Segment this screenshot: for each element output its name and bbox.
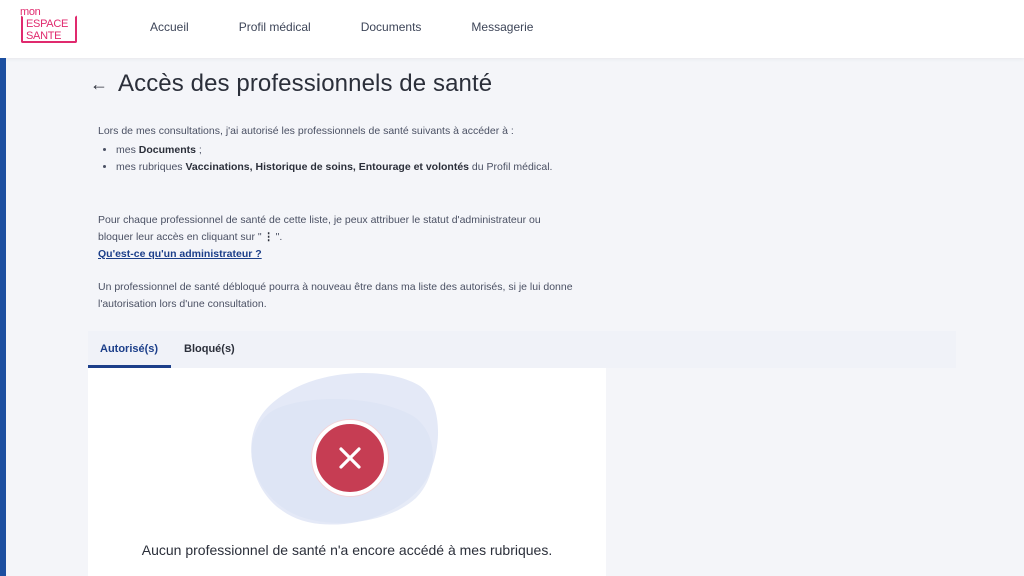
arrow-left-icon[interactable]: ← — [90, 74, 108, 95]
admin-paragraph-text-end: ". — [275, 231, 283, 243]
mon-espace-sante-logo[interactable]: mon ESPACE SANTE — [20, 7, 78, 45]
left-accent-bar — [0, 58, 6, 576]
empty-state-panel: Aucun professionnel de santé n'a encore … — [88, 368, 606, 576]
list-item-text: du Profil médical. — [469, 161, 553, 173]
list-item: mes rubriques Vaccinations, Historique d… — [116, 159, 578, 176]
intro-lead: Lors de mes consultations, j'ai autorisé… — [98, 125, 514, 137]
list-item-bold: Documents — [138, 144, 196, 156]
admin-paragraph: Pour chaque professionnel de santé de ce… — [98, 212, 578, 246]
page-title: Accès des professionnels de santé — [118, 70, 493, 97]
access-list: mes Documents ; mes rubriques Vaccinatio… — [98, 142, 578, 176]
list-item-text: mes rubriques — [116, 161, 186, 173]
list-item: mes Documents ; — [116, 142, 578, 159]
intro-paragraph: Lors de mes consultations, j'ai autorisé… — [98, 123, 578, 176]
logo-line-2: ESPACE — [26, 18, 69, 30]
tab-autorises[interactable]: Autorisé(s) — [100, 343, 158, 355]
nav-item-documents[interactable]: Documents — [361, 20, 422, 34]
tabs-bar: Autorisé(s) Bloqué(s) — [88, 331, 956, 368]
unblock-paragraph: Un professionnel de santé débloqué pourr… — [98, 281, 573, 310]
logo-line-3: SANTE — [26, 30, 62, 42]
what-is-admin-link[interactable]: Qu'est-ce qu'un administrateur ? — [98, 248, 262, 260]
list-item-text: ; — [195, 144, 202, 156]
top-navigation-bar: mon ESPACE SANTE Accueil Profil médical … — [0, 0, 1024, 58]
list-item-text: mes — [116, 144, 139, 156]
tab-bloques[interactable]: Bloqué(s) — [184, 343, 235, 355]
kebab-menu-icon: ⋮ — [263, 231, 274, 243]
list-item-bold: Vaccinations, Historique de soins, Entou… — [185, 161, 470, 173]
close-circle-icon — [312, 420, 388, 496]
main-nav: Accueil Profil médical Documents Message… — [150, 20, 583, 34]
nav-item-messagerie[interactable]: Messagerie — [471, 20, 533, 34]
nav-item-profil-medical[interactable]: Profil médical — [239, 20, 311, 34]
nav-item-accueil[interactable]: Accueil — [150, 20, 189, 34]
logo-line-1: mon — [20, 6, 41, 18]
empty-state-message: Aucun professionnel de santé n'a encore … — [141, 542, 553, 558]
page-header: ← Accès des professionnels de santé — [90, 70, 492, 98]
admin-paragraph-text: Pour chaque professionnel de santé de ce… — [98, 214, 541, 243]
